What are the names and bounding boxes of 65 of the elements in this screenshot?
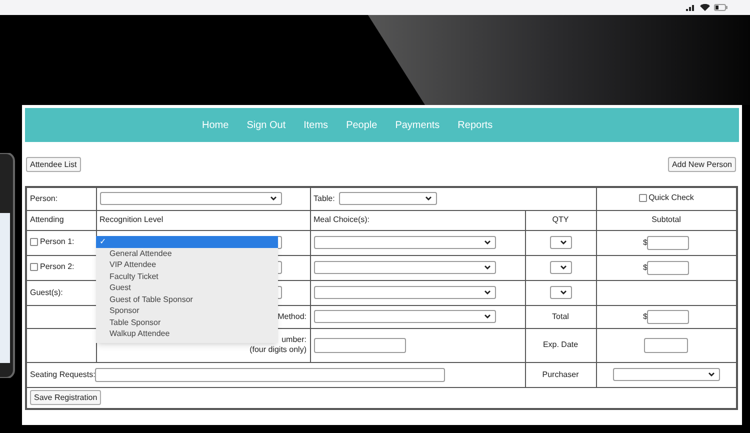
add-person-button[interactable]: Add New Person: [668, 157, 736, 172]
column-header: Recognition Level: [100, 215, 164, 224]
dropdown-option[interactable]: Walkup Attendee: [96, 328, 278, 340]
dropdown-option[interactable]: VIP Attendee: [96, 259, 278, 270]
number-hint: (four digits only): [250, 345, 306, 355]
dropdown-option[interactable]: ✓: [96, 236, 278, 248]
method-label: Method:: [278, 312, 306, 320]
signal-icon: [686, 4, 696, 11]
checkbox[interactable]: [30, 238, 38, 246]
chevron-icon: [484, 290, 490, 295]
dropdown-option[interactable]: Faculty Ticket: [96, 270, 278, 282]
attendee-label: Person 1:: [40, 236, 74, 248]
dropdown-option[interactable]: General Attendee: [96, 248, 278, 259]
exp-date-field[interactable]: [644, 338, 688, 352]
method-select[interactable]: [314, 310, 496, 323]
checkbox[interactable]: [638, 194, 647, 202]
chevron-icon: [270, 196, 276, 202]
dropdown-option[interactable]: Guest: [96, 282, 278, 294]
dropdown-option[interactable]: Table Sponsor: [96, 316, 278, 328]
column-header: Attending: [30, 215, 64, 224]
chevron-icon: [560, 265, 566, 270]
table-select[interactable]: [338, 192, 437, 206]
guests-label: Guest(s):: [30, 288, 63, 296]
checkbox[interactable]: [30, 262, 38, 270]
meal-select[interactable]: [314, 286, 496, 299]
qty-select[interactable]: [550, 261, 572, 274]
chevron-icon: [484, 265, 490, 270]
number-label: umber:: [282, 335, 306, 345]
column-header: QTY: [552, 215, 569, 224]
person-label: Person:: [30, 194, 58, 203]
qty-select[interactable]: [550, 286, 572, 299]
attendee-label: Person 2:: [40, 260, 74, 272]
seating-label: Seating Requests:: [30, 368, 96, 380]
currency-symbol: $: [643, 310, 648, 322]
column-header: Subtotal: [652, 215, 681, 224]
dropdown-option[interactable]: Guest of Table Sponsor: [96, 294, 278, 305]
qty-select[interactable]: [550, 236, 572, 249]
save-registration-button[interactable]: Save Registration: [30, 390, 102, 406]
currency-symbol: $: [643, 236, 648, 248]
meal-select[interactable]: [314, 261, 496, 274]
amount-field[interactable]: [647, 310, 690, 324]
person-select[interactable]: [100, 192, 282, 206]
table-label: Table:: [314, 192, 335, 205]
quick-check-label: Quick Check: [648, 192, 694, 204]
currency-symbol: $: [643, 262, 648, 274]
purchaser-label: Purchaser: [542, 370, 579, 378]
dropdown-option[interactable]: Sponsor: [96, 305, 278, 316]
wifi-icon: [700, 4, 710, 11]
total-label: Total: [552, 312, 569, 320]
seating-field[interactable]: [95, 368, 446, 382]
amount-field[interactable]: [647, 236, 690, 250]
chevron-icon: [484, 240, 490, 245]
purchaser-select[interactable]: [612, 368, 720, 381]
meal-select[interactable]: [314, 236, 496, 249]
column-header: Meal Choice(s):: [314, 215, 370, 224]
battery-icon: [714, 4, 728, 11]
chevron-icon: [560, 290, 566, 295]
chevron-icon: [708, 372, 715, 377]
chevron-icon: [424, 196, 432, 202]
chevron-icon: [560, 240, 566, 245]
chevron-icon: [484, 314, 490, 319]
exp-date-label: Exp. Date: [542, 340, 578, 349]
amount-field[interactable]: [647, 260, 690, 274]
number-field[interactable]: [314, 338, 406, 352]
attendee-list-button[interactable]: Attendee List: [26, 157, 81, 172]
